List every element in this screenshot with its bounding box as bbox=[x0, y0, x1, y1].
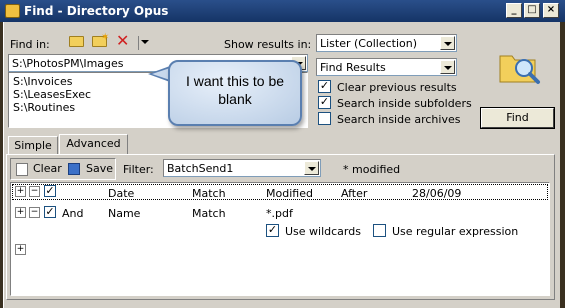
dropdown-arrow-icon[interactable] bbox=[141, 40, 149, 44]
chevron-down-icon[interactable] bbox=[304, 161, 319, 175]
clear-button-label: Clear bbox=[33, 162, 62, 175]
remove-path-icon[interactable]: ✕ bbox=[116, 33, 134, 51]
new-folder-button[interactable]: ✶ bbox=[91, 33, 109, 51]
use-regex-checkbox[interactable] bbox=[373, 224, 386, 237]
clause-value[interactable]: 28/06/09 bbox=[412, 187, 461, 200]
show-results-label: Show results in: bbox=[224, 38, 312, 51]
search-subfolders-checkbox[interactable]: ✓ bbox=[318, 96, 331, 109]
tab-simple[interactable]: Simple bbox=[8, 136, 58, 156]
clear-previous-checkbox[interactable]: ✓ bbox=[318, 80, 331, 93]
close-button[interactable]: × bbox=[543, 3, 559, 18]
find-in-label: Find in: bbox=[10, 38, 50, 51]
chevron-down-icon[interactable] bbox=[440, 36, 455, 50]
title-bar: Find - Directory Opus _ □ × bbox=[0, 0, 565, 22]
clause-field[interactable]: Name bbox=[108, 207, 140, 220]
filter-label: Filter: bbox=[123, 163, 154, 176]
directory-opus-icon bbox=[5, 4, 20, 18]
remove-clause-icon[interactable]: − bbox=[29, 207, 40, 218]
clause-comparison[interactable]: After bbox=[341, 187, 367, 200]
find-in-path-value: S:\PhotosPM\Images bbox=[12, 57, 124, 70]
save-icon bbox=[68, 163, 80, 175]
clear-button[interactable]: Clear bbox=[12, 159, 62, 179]
clause-enabled-checkbox[interactable]: ✓ bbox=[44, 206, 56, 218]
callout-text-line-2: blank bbox=[218, 91, 252, 107]
use-wildcards-checkbox[interactable]: ✓ bbox=[266, 224, 279, 237]
collection-name-value: Find Results bbox=[320, 61, 386, 74]
modified-indicator: * modified bbox=[343, 163, 401, 176]
toolbar-divider bbox=[138, 36, 139, 50]
minimize-button[interactable]: _ bbox=[506, 3, 522, 18]
clause-field[interactable]: Date bbox=[108, 187, 134, 200]
folder-icon bbox=[69, 36, 84, 47]
use-regex-label: Use regular expression bbox=[392, 225, 519, 238]
search-archives-label: Search inside archives bbox=[337, 113, 461, 126]
clause-pattern[interactable]: *.pdf bbox=[266, 207, 293, 220]
filter-value: BatchSend1 bbox=[167, 162, 234, 175]
path-list-item[interactable]: S:\Invoices bbox=[13, 75, 72, 88]
search-archives-checkbox[interactable] bbox=[318, 112, 331, 125]
window-title: Find - Directory Opus bbox=[24, 4, 169, 18]
clause-match[interactable]: Match bbox=[192, 187, 226, 200]
find-magnifier-icon bbox=[499, 55, 540, 84]
callout-text-line-1: I want this to be bbox=[185, 73, 285, 89]
find-button[interactable]: Find bbox=[480, 107, 555, 129]
clause-match[interactable]: Match bbox=[192, 207, 226, 220]
show-results-combo[interactable]: Lister (Collection) bbox=[316, 34, 457, 52]
clause-enabled-checkbox[interactable]: ✓ bbox=[44, 185, 56, 197]
use-wildcards-label: Use wildcards bbox=[285, 225, 361, 238]
annotation-callout: I want this to be blank bbox=[168, 60, 302, 126]
add-clause-icon[interactable]: + bbox=[15, 207, 26, 218]
clause-attribute[interactable]: Modified bbox=[266, 187, 313, 200]
clear-icon bbox=[16, 163, 28, 176]
sparkle-icon: ✶ bbox=[101, 32, 110, 43]
save-button[interactable]: Save bbox=[64, 159, 114, 179]
add-clause-icon[interactable]: + bbox=[15, 244, 26, 255]
desktop-edge-right bbox=[560, 22, 565, 308]
clause-conjunction[interactable]: And bbox=[62, 207, 83, 220]
chevron-down-icon[interactable] bbox=[440, 60, 455, 74]
save-button-label: Save bbox=[86, 162, 114, 175]
tab-advanced[interactable]: Advanced bbox=[59, 134, 128, 156]
remove-clause-icon[interactable]: − bbox=[29, 186, 40, 197]
clear-previous-label: Clear previous results bbox=[337, 81, 457, 94]
path-list-item[interactable]: S:\LeasesExec bbox=[13, 88, 91, 101]
maximize-button[interactable]: □ bbox=[524, 3, 540, 18]
add-clause-icon[interactable]: + bbox=[15, 186, 26, 197]
browse-folder-button[interactable] bbox=[68, 33, 86, 51]
search-subfolders-label: Search inside subfolders bbox=[337, 97, 472, 110]
filter-combo[interactable]: BatchSend1 bbox=[163, 159, 321, 177]
collection-name-combo[interactable]: Find Results bbox=[316, 58, 457, 76]
show-results-value: Lister (Collection) bbox=[320, 37, 418, 50]
path-list-item[interactable]: S:\Routines bbox=[13, 101, 75, 114]
